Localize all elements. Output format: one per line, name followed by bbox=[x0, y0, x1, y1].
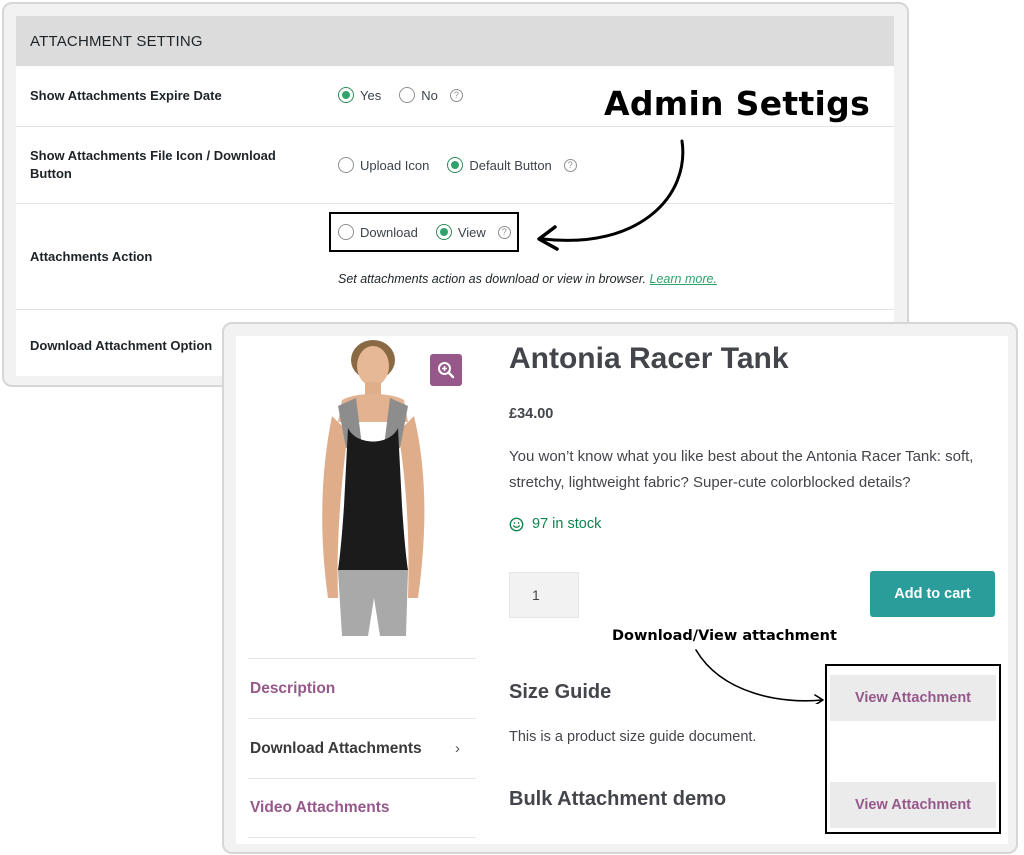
radio-option-yes[interactable]: Yes bbox=[338, 87, 381, 103]
radio-option-download[interactable]: Download bbox=[338, 224, 418, 240]
radio-unselected[interactable] bbox=[338, 157, 354, 173]
radio-unselected[interactable] bbox=[399, 87, 416, 103]
attachment-heading-bulk-demo: Bulk Attachment demo bbox=[509, 788, 727, 810]
curved-arrow-icon bbox=[695, 649, 824, 704]
radio-label: Yes bbox=[360, 87, 382, 103]
add-to-cart-button[interactable]: Add to cart bbox=[870, 571, 995, 617]
attachment-heading-size-guide: Size Guide bbox=[509, 681, 612, 703]
product-price: £34.00 bbox=[509, 406, 554, 422]
product-title: Antonia Racer Tank bbox=[509, 342, 789, 375]
view-attachment-button[interactable]: View Attachment bbox=[830, 782, 996, 828]
setting-label: Attachments Action bbox=[30, 249, 153, 264]
help-icon[interactable]: ? bbox=[497, 225, 511, 239]
stock-status: 97 in stock bbox=[509, 516, 601, 532]
tab-download-attachments[interactable]: Download Attachments › bbox=[248, 718, 476, 778]
radio-label: View bbox=[457, 224, 486, 240]
radio-unselected[interactable] bbox=[338, 224, 354, 240]
product-page-panel: Description Download Attachments › Video… bbox=[222, 322, 1018, 854]
magnify-plus-icon bbox=[438, 362, 455, 379]
curved-arrow-icon bbox=[537, 139, 685, 251]
learn-more-link[interactable]: Learn more. bbox=[650, 272, 717, 286]
quantity-input[interactable]: 1 bbox=[509, 572, 579, 618]
view-attachment-button[interactable]: View Attachment bbox=[830, 675, 996, 721]
radio-option-upload-icon[interactable]: Upload Icon bbox=[338, 157, 429, 173]
tab-label: Video Attachments bbox=[250, 799, 390, 816]
product-short-description: You won’t know what you like best about … bbox=[509, 448, 974, 491]
admin-settings-annotation: Admin Settigs bbox=[604, 84, 871, 123]
radio-label: Upload Icon bbox=[360, 157, 430, 173]
stock-text: 97 in stock bbox=[532, 516, 602, 532]
smiley-icon bbox=[509, 517, 524, 531]
tab-description[interactable]: Description bbox=[248, 658, 476, 718]
radio-label: No bbox=[421, 87, 438, 103]
radio-option-no[interactable]: No bbox=[399, 87, 438, 103]
tab-video-attachments[interactable]: Video Attachments bbox=[248, 778, 476, 838]
radio-selected[interactable] bbox=[447, 157, 464, 173]
attachment-description: This is a product size guide document. bbox=[509, 729, 757, 745]
radio-option-view[interactable]: View bbox=[435, 224, 486, 240]
tab-label: Description bbox=[250, 679, 336, 697]
tab-label: Download Attachments bbox=[250, 739, 422, 757]
chevron-right-icon: › bbox=[455, 740, 460, 757]
attachments-action-description: Set attachments action as download or vi… bbox=[338, 272, 717, 286]
product-page-card: Description Download Attachments › Video… bbox=[236, 336, 1008, 844]
download-view-annotation: Download/View attachment bbox=[612, 628, 837, 644]
help-icon[interactable]: ? bbox=[449, 88, 463, 102]
description-text: Set attachments action as download or vi… bbox=[338, 272, 647, 286]
setting-row-file-icon: Show Attachments File Icon / Download Bu… bbox=[16, 127, 894, 204]
radio-selected[interactable] bbox=[338, 87, 354, 103]
expire-date-options: Yes No ? bbox=[338, 87, 463, 103]
setting-label: Show Attachments File Icon / Download Bu… bbox=[30, 148, 276, 181]
radio-label: Download bbox=[360, 224, 418, 240]
attachments-action-options: Download View ? bbox=[338, 224, 511, 240]
attachment-setting-header: ATTACHMENT SETTING bbox=[16, 16, 894, 66]
radio-selected[interactable] bbox=[435, 224, 452, 240]
zoom-button[interactable] bbox=[430, 354, 462, 386]
setting-label: Show Attachments Expire Date bbox=[30, 88, 222, 103]
